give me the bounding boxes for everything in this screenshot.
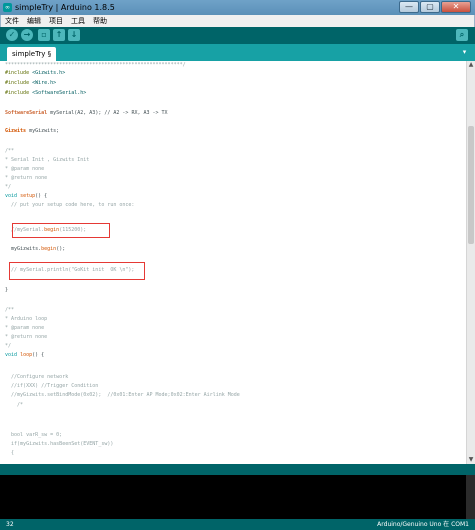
code-line[interactable]: Gizwits myGizwits;: [5, 128, 59, 135]
code-token: Gizwits: [5, 128, 27, 134]
code-line[interactable]: SoftwareSerial mySerial(A2, A3); // A2 -…: [5, 110, 168, 117]
code-line[interactable]: void setup() {: [5, 193, 47, 200]
code-line[interactable]: {: [5, 450, 14, 457]
code-token: #include: [5, 90, 33, 96]
serial-monitor-icon[interactable]: ⌕: [456, 29, 468, 41]
toolbar: ✓ → ▫ ↑ ↓ ⌕: [0, 27, 475, 44]
line-number: 32: [6, 521, 14, 528]
code-line[interactable]: */: [5, 184, 11, 191]
menu-tools[interactable]: 工具: [67, 15, 89, 27]
code-line[interactable]: //Configure network: [5, 374, 68, 381]
code-line[interactable]: * @return none: [5, 334, 47, 341]
code-line[interactable]: #include <SoftwareSerial.h>: [5, 90, 86, 97]
code-line[interactable]: */: [5, 343, 11, 350]
tab-menu-icon[interactable]: ▾: [460, 48, 469, 57]
board-port-label: Arduino/Genuino Uno 在 COM1: [377, 521, 469, 528]
code-line[interactable]: void loop() {: [5, 352, 44, 359]
console-scrollbar[interactable]: [466, 475, 475, 519]
window-title: simpleTry | Arduino 1.8.5: [15, 3, 115, 12]
code-editor[interactable]: ****************************************…: [0, 61, 466, 464]
code-token: #include: [5, 80, 33, 86]
code-line[interactable]: /**: [5, 307, 14, 314]
menu-file[interactable]: 文件: [1, 15, 23, 27]
menu-edit[interactable]: 编辑: [23, 15, 45, 27]
code-token: mySerial(A2, A3); // A2 -> RX, A3 -> TX: [47, 110, 168, 116]
code-token: begin: [41, 246, 57, 252]
status-bar: 32 Arduino/Genuino Uno 在 COM1: [0, 519, 475, 530]
code-token: <SoftwareSerial.h>: [32, 90, 87, 96]
code-line[interactable]: * @param none: [5, 325, 44, 332]
maximize-button[interactable]: ▢: [420, 1, 440, 13]
console-output: [0, 475, 475, 519]
code-token: myGizwits.: [5, 246, 42, 252]
code-line[interactable]: * @param none: [5, 166, 44, 173]
code-token: #include: [5, 70, 33, 76]
code-line[interactable]: }: [5, 287, 8, 294]
code-line[interactable]: ****************************************…: [5, 62, 186, 69]
tab-simpletry[interactable]: simpleTry §: [7, 47, 57, 61]
scrollbar-thumb[interactable]: [468, 126, 474, 244]
code-token: void: [5, 352, 18, 358]
code-line[interactable]: bool varR_sw = 0;: [5, 432, 62, 439]
code-line[interactable]: * Arduino loop: [5, 316, 47, 323]
code-line[interactable]: if(myGizwits.hasBeenSet(EVENT_sw)): [5, 441, 113, 448]
verify-icon[interactable]: ✓: [6, 29, 18, 41]
code-line[interactable]: //if(XXX) //Trigger Condition: [5, 383, 98, 390]
code-token: <Wire.h>: [32, 80, 57, 86]
code-line[interactable]: //myGizwits.setBindMode(0x02); //0x01:En…: [5, 392, 240, 399]
open-icon[interactable]: ↑: [53, 29, 65, 41]
code-token: () {: [35, 193, 48, 199]
menu-bar: 文件 编辑 项目 工具 帮助: [0, 15, 475, 27]
code-line[interactable]: myGizwits.begin();: [5, 246, 65, 253]
code-token: setup: [20, 193, 36, 199]
close-button[interactable]: ✕: [441, 1, 471, 13]
code-line[interactable]: * @return none: [5, 175, 47, 182]
code-line[interactable]: #include <Gizwits.h>: [5, 70, 65, 77]
code-token: void: [5, 193, 18, 199]
code-token: myGizwits;: [26, 128, 60, 134]
tab-strip: simpleTry § ▾: [0, 44, 475, 61]
upload-icon[interactable]: →: [21, 29, 33, 41]
code-line[interactable]: /*: [5, 402, 23, 409]
scroll-up-icon[interactable]: ▲: [467, 61, 475, 69]
new-icon[interactable]: ▫: [38, 29, 50, 41]
title-bar: ∞ simpleTry | Arduino 1.8.5 — ▢ ✕: [0, 0, 475, 15]
scroll-down-icon[interactable]: ▼: [467, 456, 475, 464]
code-token: loop: [20, 352, 33, 358]
code-line[interactable]: // put your setup code here, to run once…: [5, 202, 134, 209]
menu-sketch[interactable]: 项目: [45, 15, 67, 27]
arduino-icon: ∞: [3, 3, 12, 12]
code-line[interactable]: /**: [5, 148, 14, 155]
highlight-box-println: [9, 262, 145, 280]
code-token: () {: [32, 352, 45, 358]
menu-help[interactable]: 帮助: [89, 15, 111, 27]
code-line[interactable]: #include <Wire.h>: [5, 80, 56, 87]
editor-scrollbar[interactable]: ▲ ▼: [466, 61, 475, 464]
code-token: SoftwareSerial: [5, 110, 48, 116]
highlight-box-begin: [12, 223, 110, 238]
minimize-button[interactable]: —: [399, 1, 419, 13]
code-token: ();: [56, 246, 66, 252]
save-icon[interactable]: ↓: [68, 29, 80, 41]
code-line[interactable]: * Serial Init , Gizwits Init: [5, 157, 89, 164]
message-bar: [0, 464, 475, 475]
code-token: <Gizwits.h>: [32, 70, 66, 76]
